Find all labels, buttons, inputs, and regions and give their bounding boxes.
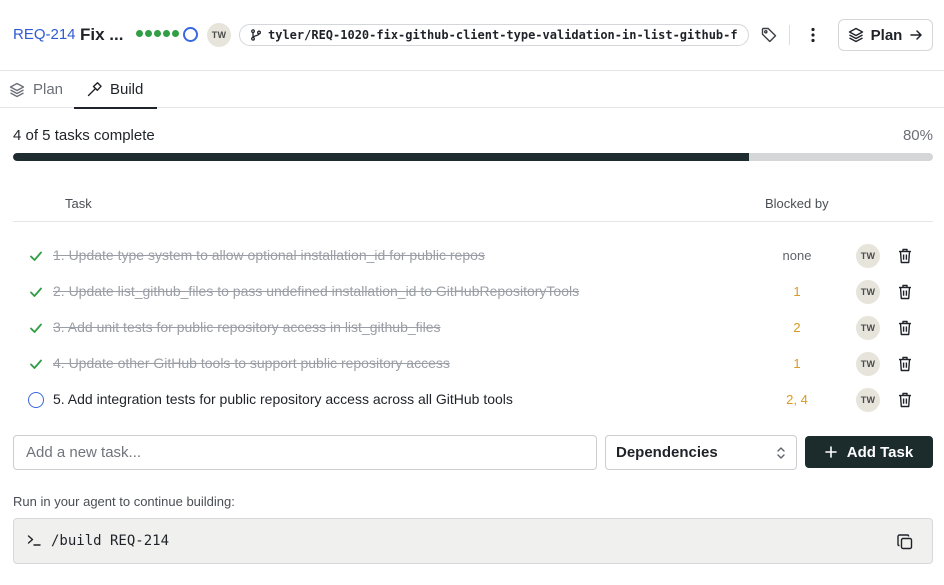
status-icon-slot[interactable] bbox=[28, 392, 44, 408]
plus-icon bbox=[824, 446, 837, 458]
branch-pill[interactable]: tyler/REQ-1020-fix-github-client-type-va… bbox=[239, 24, 749, 46]
more-vertical-icon bbox=[811, 27, 815, 43]
branch-name: tyler/REQ-1020-fix-github-client-type-va… bbox=[268, 28, 738, 42]
arrow-right-icon bbox=[910, 30, 923, 40]
command-box: /build REQ-214 bbox=[13, 518, 933, 564]
check-icon bbox=[30, 251, 42, 261]
layers-icon bbox=[848, 27, 863, 43]
status-icon-slot[interactable] bbox=[28, 356, 44, 372]
requirement-id[interactable]: REQ-214 bbox=[13, 26, 76, 43]
copy-icon bbox=[897, 534, 913, 550]
dependencies-label: Dependencies bbox=[616, 444, 718, 461]
task-blocked-by: 2, 4 bbox=[786, 392, 808, 407]
task-blocked-by: 1 bbox=[793, 284, 801, 299]
progress-label: 4 of 5 tasks complete bbox=[13, 127, 155, 144]
task-assignee-avatar[interactable]: TW bbox=[856, 316, 880, 340]
task-assignee-avatar[interactable]: TW bbox=[856, 280, 880, 304]
status-icon-slot[interactable] bbox=[28, 284, 44, 300]
add-task-button[interactable]: Add Task bbox=[805, 436, 933, 468]
status-icon-slot[interactable] bbox=[28, 248, 44, 264]
task-row[interactable]: 3. Add unit tests for public repository … bbox=[13, 313, 933, 343]
tab-build-label: Build bbox=[110, 81, 144, 98]
priority-dots bbox=[136, 30, 179, 37]
assignee-avatar[interactable]: TW bbox=[207, 23, 231, 47]
trash-icon bbox=[899, 356, 911, 372]
delete-task-button[interactable] bbox=[895, 390, 915, 410]
task-blocked-by: none bbox=[782, 248, 812, 263]
status-icon[interactable] bbox=[183, 27, 198, 42]
task-text[interactable]: 2. Update list_github_files to pass unde… bbox=[53, 283, 579, 299]
command-text[interactable]: /build REQ-214 bbox=[51, 533, 169, 549]
task-text[interactable]: 5. Add integration tests for public repo… bbox=[53, 391, 513, 407]
column-header-blocked-by: Blocked by bbox=[765, 196, 829, 211]
tab-plan-label: Plan bbox=[33, 81, 64, 98]
command-hint: Run in your agent to continue building: bbox=[13, 494, 235, 509]
header-divider bbox=[789, 25, 790, 45]
task-row[interactable]: 1. Update type system to allow optional … bbox=[13, 241, 933, 271]
delete-task-button[interactable] bbox=[895, 318, 915, 338]
hammer-icon bbox=[87, 81, 102, 96]
terminal-prompt-icon bbox=[27, 535, 41, 546]
column-header-task: Task bbox=[65, 196, 92, 211]
header-bar: REQ-214 Fix ... TW tyler/REQ-1020-fix-gi… bbox=[0, 0, 944, 71]
delete-task-button[interactable] bbox=[895, 282, 915, 302]
trash-icon bbox=[899, 392, 911, 408]
more-options-button[interactable] bbox=[803, 25, 823, 45]
task-assignee-avatar[interactable]: TW bbox=[856, 244, 880, 268]
trash-icon bbox=[899, 320, 911, 336]
tab-build[interactable]: Build bbox=[73, 71, 158, 109]
task-blocked-by: 2 bbox=[793, 320, 801, 335]
layers-icon bbox=[9, 82, 25, 97]
open-status-icon bbox=[28, 392, 44, 408]
tab-plan[interactable]: Plan bbox=[9, 71, 63, 108]
task-assignee-avatar[interactable]: TW bbox=[856, 352, 880, 376]
task-text[interactable]: 3. Add unit tests for public repository … bbox=[53, 319, 441, 335]
git-branch-icon bbox=[251, 29, 261, 41]
plan-button[interactable]: Plan bbox=[838, 19, 933, 51]
task-text[interactable]: 4. Update other GitHub tools to support … bbox=[53, 355, 450, 371]
trash-icon bbox=[899, 284, 911, 300]
progress-bar bbox=[13, 153, 933, 161]
delete-task-button[interactable] bbox=[895, 354, 915, 374]
progress-percent: 80% bbox=[902, 127, 933, 144]
table-divider bbox=[13, 221, 933, 222]
task-blocked-by: 1 bbox=[793, 356, 801, 371]
dependencies-select[interactable]: Dependencies bbox=[605, 435, 797, 470]
copy-command-button[interactable] bbox=[895, 532, 915, 552]
progress-bar-fill bbox=[13, 153, 749, 161]
task-row[interactable]: 4. Update other GitHub tools to support … bbox=[13, 349, 933, 379]
tag-icon bbox=[761, 27, 777, 43]
trash-icon bbox=[899, 248, 911, 264]
delete-task-button[interactable] bbox=[895, 246, 915, 266]
task-row[interactable]: 2. Update list_github_files to pass unde… bbox=[13, 277, 933, 307]
check-icon bbox=[30, 287, 42, 297]
task-assignee-avatar[interactable]: TW bbox=[856, 388, 880, 412]
task-text[interactable]: 1. Update type system to allow optional … bbox=[53, 247, 485, 263]
status-icon-slot[interactable] bbox=[28, 320, 44, 336]
plan-button-label: Plan bbox=[870, 26, 903, 44]
tag-button[interactable] bbox=[759, 25, 779, 45]
add-task-button-label: Add Task bbox=[846, 443, 914, 461]
tab-bar: Plan Build bbox=[0, 71, 944, 109]
task-row[interactable]: 5. Add integration tests for public repo… bbox=[13, 385, 933, 415]
chevron-up-down-icon bbox=[777, 446, 785, 459]
new-task-input[interactable] bbox=[13, 435, 597, 470]
check-icon bbox=[30, 323, 42, 333]
requirement-title: Fix ... bbox=[80, 25, 124, 44]
check-icon bbox=[30, 359, 42, 369]
